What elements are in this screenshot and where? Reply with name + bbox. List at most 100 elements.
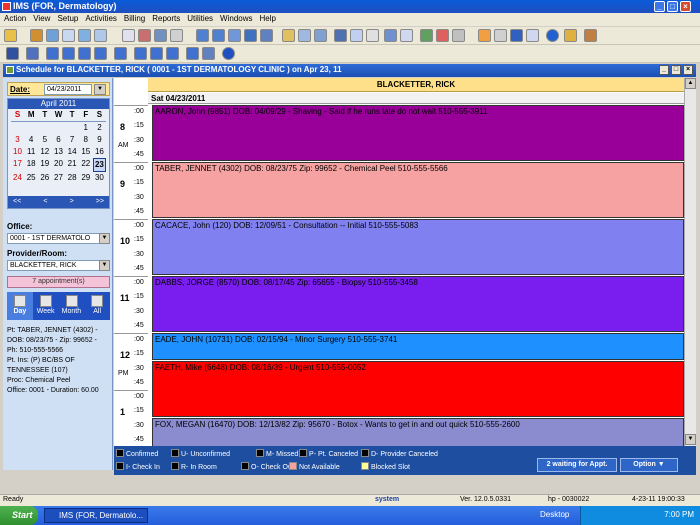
- cancel-icon[interactable]: [222, 47, 235, 60]
- office-select[interactable]: 0001 - 1ST DERMATOLO: [7, 233, 101, 244]
- calendar-day[interactable]: 25: [25, 172, 38, 184]
- import-icon[interactable]: [478, 29, 491, 42]
- page-icon[interactable]: [526, 29, 539, 42]
- calendar-day[interactable]: 2: [93, 122, 106, 134]
- view-all-button[interactable]: All: [84, 292, 110, 320]
- menu-utilities[interactable]: Utilities: [183, 13, 216, 23]
- calendar-day[interactable]: 13: [52, 146, 65, 158]
- option-button[interactable]: Option ▼: [620, 458, 678, 472]
- date-input[interactable]: 04/23/2011: [44, 84, 92, 95]
- appointment-block[interactable]: FOX, MEGAN (16470) DOB: 12/13/82 Zip: 95…: [152, 418, 684, 447]
- document-icon[interactable]: [94, 29, 107, 42]
- edit-icon[interactable]: [334, 29, 347, 42]
- calendar-day[interactable]: 23: [92, 158, 106, 172]
- view-week-button[interactable]: Week: [33, 292, 59, 320]
- form-icon[interactable]: [170, 29, 183, 42]
- appointment-block[interactable]: FAETH, Mike (6648) DOB: 08/16/39 - Urgen…: [152, 361, 684, 417]
- office-dropdown-icon[interactable]: ▼: [99, 233, 110, 244]
- waiting-for-appt-button[interactable]: 2 waiting for Appt.: [537, 458, 617, 472]
- view-day-button[interactable]: Day: [7, 292, 33, 320]
- calendar-day[interactable]: 10: [11, 146, 24, 158]
- money-icon[interactable]: [420, 29, 433, 42]
- calendar-day[interactable]: 5: [38, 134, 51, 146]
- appointment-block[interactable]: CACACE, John (120) DOB: 12/09/51 - Consu…: [152, 219, 684, 275]
- calendar-day[interactable]: 22: [79, 158, 92, 172]
- provider-select[interactable]: BLACKETTER, RICK: [7, 260, 101, 271]
- lab-icon[interactable]: [138, 29, 151, 42]
- menu-windows[interactable]: Windows: [216, 13, 255, 23]
- list-icon[interactable]: [62, 29, 75, 42]
- calendar-next-year-button[interactable]: >>: [96, 196, 104, 208]
- desktop-toolbar[interactable]: Desktop: [540, 510, 569, 519]
- calendar-next-month-button[interactable]: >: [70, 196, 74, 208]
- calendar-day[interactable]: 17: [11, 158, 24, 172]
- delete-record-icon[interactable]: [150, 47, 163, 60]
- menu-action[interactable]: Action: [0, 13, 29, 23]
- maximize-button[interactable]: □: [667, 1, 678, 12]
- calendar-icon[interactable]: [78, 29, 91, 42]
- calendar-day[interactable]: 28: [66, 172, 79, 184]
- provider-dropdown-icon[interactable]: ▼: [99, 260, 110, 271]
- next-icon[interactable]: [78, 47, 91, 60]
- appointment-block[interactable]: DABBS, JORGE (8570) DOB: 08/17/45 Zip: 6…: [152, 276, 684, 332]
- date-dropdown-icon[interactable]: ▼: [94, 84, 106, 95]
- help-icon[interactable]: [546, 29, 559, 42]
- lock-icon[interactable]: [564, 29, 577, 42]
- scan-icon[interactable]: [366, 29, 379, 42]
- chart-icon[interactable]: [122, 29, 135, 42]
- close-button[interactable]: ×: [680, 1, 691, 12]
- view-month-button[interactable]: Month: [59, 292, 85, 320]
- appointment-block[interactable]: EADE, JOHN (10731) DOB: 02/15/94 - Minor…: [152, 333, 684, 360]
- start-button[interactable]: Start: [0, 506, 38, 525]
- task-icon[interactable]: [400, 29, 413, 42]
- previous-icon[interactable]: [62, 47, 75, 60]
- schedule-scrollbar[interactable]: ▲ ▼: [684, 78, 696, 446]
- appointments-count-button[interactable]: 7 appointment(s): [7, 276, 110, 288]
- appointment-block[interactable]: TABER, JENNET (4302) DOB: 08/23/75 Zip: …: [152, 162, 684, 218]
- card-icon[interactable]: [298, 29, 311, 42]
- inner-restore-button[interactable]: □: [671, 65, 681, 75]
- calendar-day[interactable]: 20: [52, 158, 65, 172]
- inner-minimize-button[interactable]: _: [659, 65, 669, 75]
- menu-view[interactable]: View: [29, 13, 53, 23]
- new-record-icon[interactable]: [114, 47, 127, 60]
- letter-icon[interactable]: [350, 29, 363, 42]
- calendar-day[interactable]: 4: [25, 134, 38, 146]
- minimize-button[interactable]: _: [654, 1, 665, 12]
- undo-icon[interactable]: [186, 47, 199, 60]
- ledger-icon[interactable]: [452, 29, 465, 42]
- calendar-day[interactable]: 21: [66, 158, 79, 172]
- first-icon[interactable]: [46, 47, 59, 60]
- mail-icon[interactable]: [384, 29, 397, 42]
- calendar-day[interactable]: 18: [25, 158, 38, 172]
- calendar-day[interactable]: 9: [93, 134, 106, 146]
- patient-icon[interactable]: [30, 29, 43, 42]
- calendar-day[interactable]: 14: [66, 146, 79, 158]
- inner-close-button[interactable]: ×: [683, 65, 693, 75]
- clipboard-icon[interactable]: [154, 29, 167, 42]
- calendar-day[interactable]: 16: [93, 146, 106, 158]
- search-icon[interactable]: [46, 29, 59, 42]
- menu-reports[interactable]: Reports: [148, 13, 183, 23]
- menu-activities[interactable]: Activities: [81, 13, 120, 23]
- calendar-prev-year-button[interactable]: <<: [13, 196, 21, 208]
- folder-icon[interactable]: [4, 29, 17, 42]
- claim-icon[interactable]: [436, 29, 449, 42]
- report-icon[interactable]: [260, 29, 273, 42]
- scroll-up-icon[interactable]: ▲: [685, 78, 696, 89]
- calendar-day[interactable]: 1: [79, 122, 92, 134]
- calendar-day[interactable]: 12: [38, 146, 51, 158]
- word-icon[interactable]: [510, 29, 523, 42]
- save-record-icon[interactable]: [166, 47, 179, 60]
- calendar-day[interactable]: 29: [79, 172, 92, 184]
- note-icon[interactable]: [282, 29, 295, 42]
- calendar-day[interactable]: 3: [11, 134, 24, 146]
- refresh-icon[interactable]: [196, 29, 209, 42]
- print-icon[interactable]: [228, 29, 241, 42]
- calendar-day[interactable]: 24: [11, 172, 24, 184]
- binoculars-icon[interactable]: [6, 47, 19, 60]
- calendar-day[interactable]: 26: [38, 172, 51, 184]
- message-icon[interactable]: [314, 29, 327, 42]
- appointment-block[interactable]: AARON, John (9851) DOB: 04/09/29 - Shavi…: [152, 105, 684, 161]
- calendar-day[interactable]: 6: [52, 134, 65, 146]
